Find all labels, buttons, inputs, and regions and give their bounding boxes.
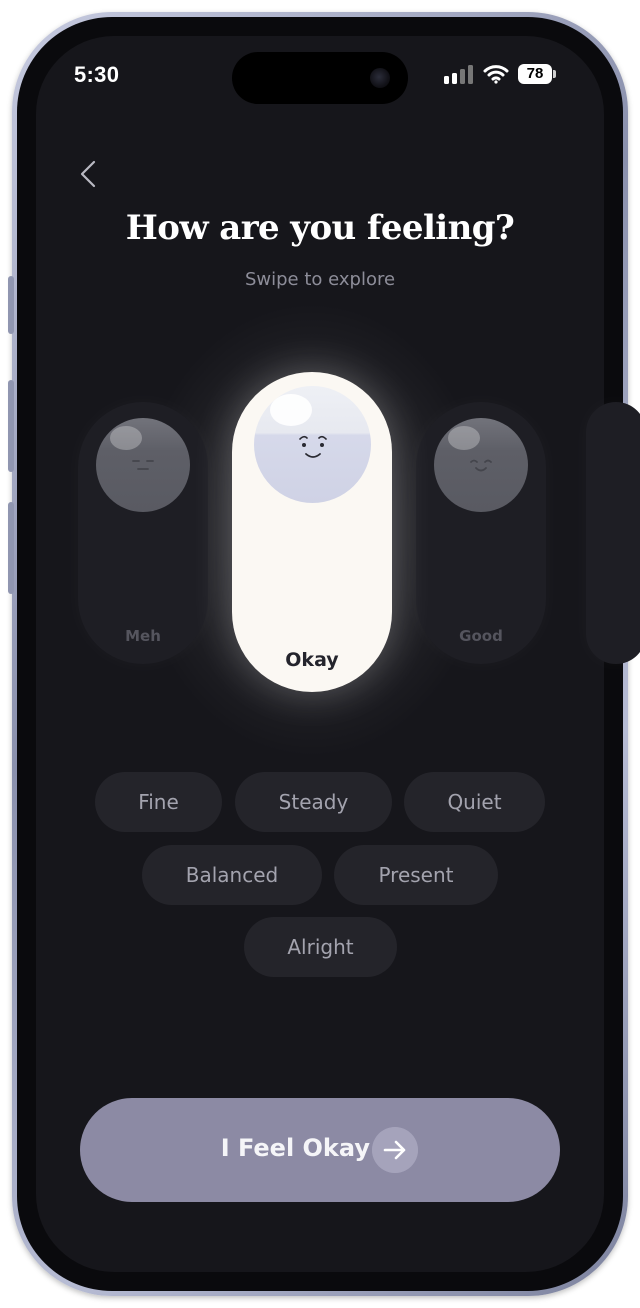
- page-subtitle: Swipe to explore: [244, 269, 396, 290]
- mood-orb-okay: [254, 386, 371, 503]
- chip-quiet[interactable]: Quiet: [404, 772, 545, 832]
- wifi-icon: [483, 65, 509, 84]
- volume-up-button: [8, 380, 14, 472]
- status-time: 5:30: [74, 62, 120, 87]
- mood-label-good: Good: [459, 627, 503, 645]
- mood-orb-meh: [96, 418, 190, 512]
- chip-present[interactable]: Present: [334, 845, 498, 905]
- battery-icon: 78: [518, 64, 552, 84]
- battery-tip: [553, 70, 556, 78]
- mood-card-next[interactable]: [586, 402, 640, 664]
- chip-fine[interactable]: Fine: [95, 772, 222, 832]
- chevron-left-icon[interactable]: [72, 156, 106, 192]
- cellular-signal-icon: [444, 64, 476, 84]
- content-face-icon: [299, 435, 327, 458]
- mood-label-meh: Meh: [125, 627, 161, 645]
- chip-balanced[interactable]: Balanced: [142, 845, 322, 905]
- chip-steady[interactable]: Steady: [235, 772, 392, 832]
- chip-alright[interactable]: Alright: [244, 917, 397, 977]
- arrow-right-icon: [372, 1127, 418, 1173]
- page-title: How are you feeling?: [125, 208, 515, 248]
- camera-icon: [370, 68, 390, 88]
- confirm-feeling-label: I Feel Okay: [220, 1134, 370, 1162]
- mood-orb-good: [434, 418, 528, 512]
- volume-down-button: [8, 502, 14, 594]
- mood-label-okay: Okay: [285, 649, 339, 671]
- smile-face-icon: [470, 459, 492, 472]
- neutral-face-icon: [132, 460, 154, 470]
